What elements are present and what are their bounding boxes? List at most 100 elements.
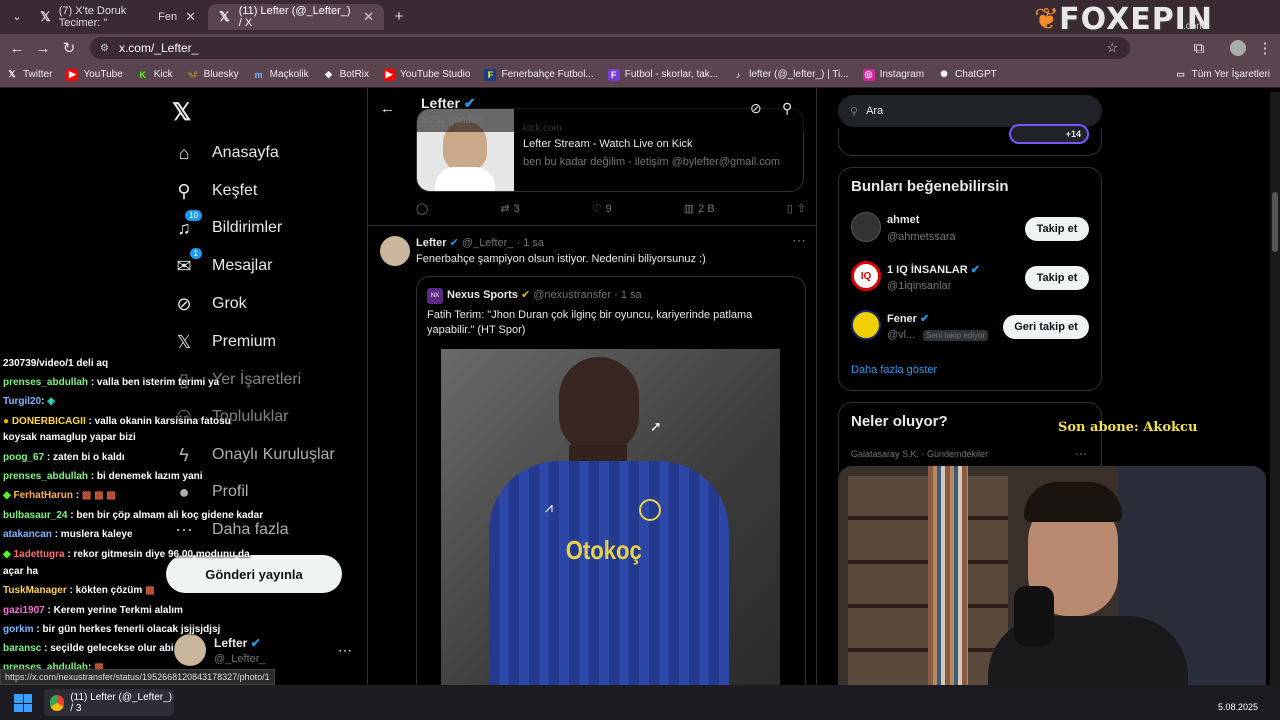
mail-icon: ✉ 1 — [172, 248, 202, 278]
chat-text: : valla okanin karsisina fatosu — [88, 416, 231, 427]
follow-button[interactable]: Takip et — [1025, 266, 1089, 290]
post-count: 5.252 gönderi — [421, 115, 483, 126]
tweet-text: Fenerbahçe şampiyon olsun istiyor. Neden… — [416, 253, 706, 265]
tab-2[interactable]: 𝕏 (11) Lefter (@_Lefter_) / X ✕ — [208, 4, 384, 30]
extensions-icon[interactable]: ⧉ — [1186, 36, 1212, 60]
views-button[interactable]: ▥ 2 B — [684, 202, 715, 216]
windows-taskbar: (11) Lefter (@_Lefter_) / 3 5.08.2025 — [0, 685, 1280, 720]
bookmark-button[interactable]: ▯ ⇧ — [787, 202, 806, 215]
sidebar-item-home[interactable]: ⌂ Anasayfa — [172, 141, 279, 165]
chat-user: gazi1907 — [3, 605, 45, 616]
suggestion-name[interactable]: 1 IQ İNSANLAR ✔ — [887, 263, 980, 276]
grok-icon[interactable]: ⊘ — [750, 100, 762, 117]
sidebar-item-grok[interactable]: ⊘ Grok — [172, 292, 247, 316]
bookmark-twitter[interactable]: 𝕏 Twitter — [6, 69, 52, 81]
close-tab-icon[interactable]: ✕ — [185, 9, 196, 25]
sidebar-item-explore[interactable]: ⚲ Keşfet — [172, 179, 257, 203]
bookmark-chatgpt[interactable]: ✺ ChatGPT — [938, 69, 996, 81]
trending-avatars[interactable]: +14 — [1009, 124, 1089, 144]
tweet-handle[interactable]: @_Lefter_ — [462, 237, 514, 249]
site-info-icon[interactable]: ⚙ — [100, 43, 109, 54]
scrollbar[interactable] — [1270, 92, 1280, 685]
scrollbar-thumb[interactable] — [1272, 192, 1278, 252]
bookmark-kick[interactable]: K Kick — [137, 69, 173, 81]
windows-start-icon[interactable] — [14, 694, 32, 712]
reload-icon[interactable]: ↻ — [56, 36, 82, 60]
search-input[interactable]: ⚲ Ara — [838, 95, 1102, 127]
follow-button[interactable]: Takip et — [1025, 217, 1089, 241]
verified-gold-icon: ✔ — [520, 289, 531, 301]
mackolik-icon: m — [254, 69, 263, 80]
bookmark-label: YouTube — [83, 69, 123, 80]
profile-avatar[interactable] — [1230, 40, 1246, 56]
tab-search-icon[interactable]: ⌄ — [4, 4, 30, 28]
sidebar-item-label: Grok — [212, 295, 247, 312]
like-button[interactable]: ♡ 9 — [592, 202, 612, 216]
post-button[interactable]: Gönderi yayınla — [166, 555, 342, 593]
sidebar-item-messages[interactable]: ✉ 1 Mesajlar — [172, 248, 272, 278]
bookmark-youtube[interactable]: ▶ YouTube — [66, 68, 123, 81]
account-menu-icon[interactable]: ⋯ — [338, 642, 352, 659]
bookmark-youtube-studio[interactable]: ▶ YouTube Studio — [383, 68, 470, 81]
account-name-text: Lefter — [214, 636, 248, 650]
sidebar-item-verified-orgs[interactable]: ϟ Onaylı Kuruluşlar — [172, 443, 335, 467]
forward-arrow-icon[interactable]: → — [30, 36, 56, 60]
close-tab-icon[interactable]: ✕ — [363, 9, 374, 25]
bell-icon: ♫ 10 — [172, 210, 202, 240]
home-icon: ⌂ — [178, 142, 190, 163]
tab-1[interactable]: 𝕏 (7) X'te Doruk Tecimer: " Fen ✕ — [30, 4, 206, 30]
quoted-tweet[interactable]: NX Nexus Sports ✔ @nexustransfer · 1 sa … — [416, 276, 806, 685]
tweet-author[interactable]: Lefter — [416, 237, 447, 249]
suggestion-name[interactable]: Fener ✔ — [887, 312, 929, 325]
sidebar-item-profile[interactable]: ● Profil — [172, 480, 249, 504]
tweet-time[interactable]: · 1 sa — [517, 237, 545, 249]
sidebar-item-label: Onaylı Kuruluşlar — [212, 446, 335, 463]
suggestion-avatar[interactable] — [851, 310, 881, 340]
chat-message: Turgil20: ◈ — [3, 396, 55, 407]
badge-icon: ◆ — [3, 490, 11, 501]
trend-more-icon[interactable]: ⋯ — [1075, 447, 1087, 461]
bookmark-tiktok[interactable]: ♪ lefter (@_lefter_) | Ti... — [732, 69, 849, 81]
sidebar-item-label: Premium — [212, 333, 277, 350]
jersey-sponsor: Otokoç — [565, 535, 642, 565]
badge-icon: ● — [3, 416, 10, 427]
tweet-more-icon[interactable]: ⋯ — [792, 232, 806, 249]
reply-button[interactable]: ◯ — [416, 202, 428, 215]
chat-message: gorkm : bir gün herkes fenerli olacak js… — [3, 624, 220, 635]
chat-user: prenses_abdullah — [3, 377, 89, 388]
show-more-link[interactable]: Daha fazla göster — [851, 364, 937, 376]
back-arrow-icon[interactable]: ← — [4, 36, 30, 60]
tweet-avatar[interactable] — [380, 236, 410, 266]
bookmark-bluesky[interactable]: 🦋 Bluesky — [187, 69, 239, 81]
menu-dots-icon[interactable]: ⋮ — [1252, 36, 1278, 60]
url-field[interactable]: ⚙ x.com/_Lefter_ ☆ — [90, 37, 1130, 59]
sidebar-item-premium[interactable]: 𝕏 Premium — [172, 330, 276, 354]
account-avatar[interactable] — [174, 634, 206, 666]
suggestion-name[interactable]: ahmet — [887, 214, 919, 226]
new-tab-button[interactable]: + — [386, 4, 412, 28]
sidebar-item-notifications[interactable]: ♫ 10 Bildirimler — [172, 210, 282, 240]
taskbar-chrome-app[interactable]: (11) Lefter (@_Lefter_) / 3 — [44, 689, 174, 716]
follow-back-button[interactable]: Geri takip et — [1003, 315, 1089, 339]
bookmark-star-icon[interactable]: ☆ — [1106, 40, 1118, 56]
person-icon: ● — [178, 481, 190, 502]
bookmark-instagram[interactable]: ◎ Instagram — [862, 68, 924, 81]
player-photo[interactable]: Otokoç ⩘ — [441, 349, 780, 685]
suggestion-avatar[interactable]: IQ — [851, 261, 881, 291]
suggestion-avatar[interactable] — [851, 212, 881, 242]
verified-icon: ✔ — [250, 636, 261, 650]
bookmark-mackolik[interactable]: m Maçkolik — [253, 69, 309, 81]
bookmark-fenerbahce[interactable]: F Fenerbahçe Futbol... — [484, 68, 594, 81]
tab-2-title: (11) Lefter (@_Lefter_) / X — [238, 5, 351, 29]
x-home-logo-icon[interactable]: 𝕏 — [172, 98, 191, 127]
retweet-button[interactable]: ⇄ 3 — [500, 202, 519, 216]
all-bookmarks[interactable]: ▭ Tüm Yer İşaretleri — [1175, 69, 1270, 81]
folder-icon: ▭ — [1176, 69, 1185, 79]
back-arrow-icon[interactable]: ← — [380, 100, 395, 117]
search-icon[interactable]: ⚲ — [782, 100, 792, 117]
bookmark-futbol[interactable]: F Futbol - skorlar, tak... — [607, 68, 718, 81]
account-name[interactable]: Lefter ✔ — [214, 636, 261, 650]
bookmark-botrix[interactable]: ◆ BotRix — [323, 69, 369, 81]
quote-author: Nexus Sports — [447, 289, 518, 301]
sidebar-item-more[interactable]: ⋯ Daha fazla — [172, 518, 289, 542]
